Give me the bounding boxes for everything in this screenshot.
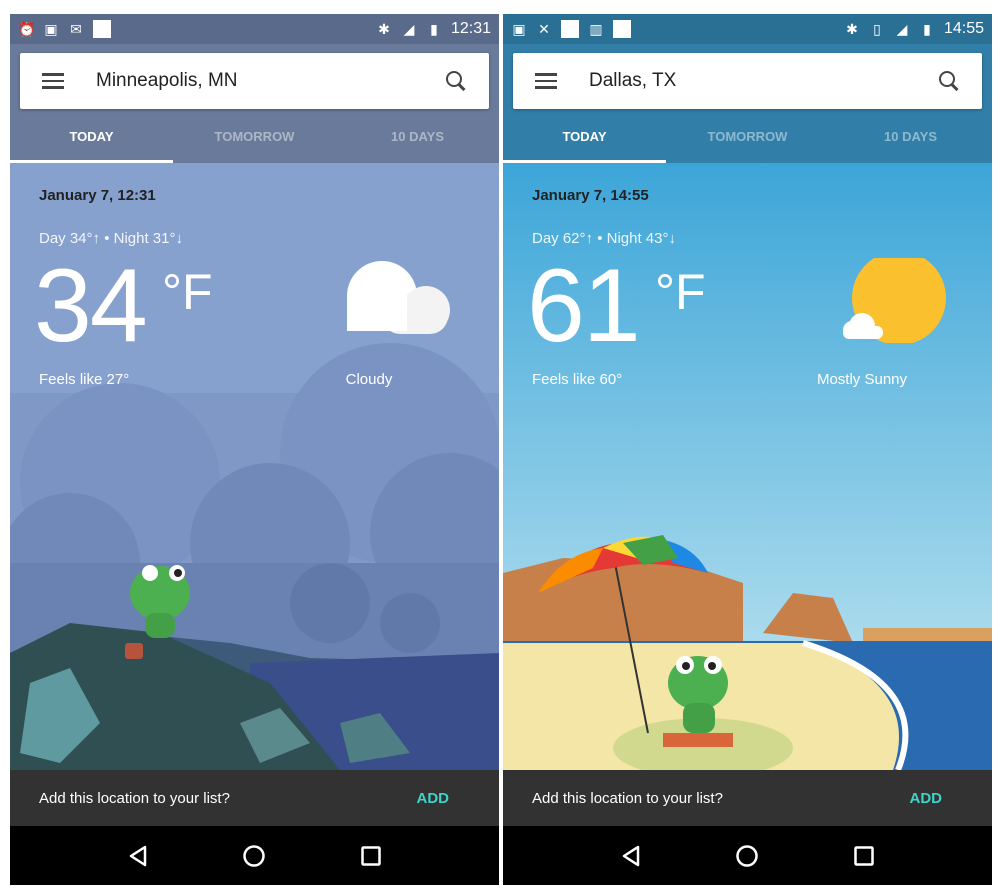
notification-square-icon: [93, 20, 111, 38]
weather-panel: January 7, 12:31 Day 34°↑ • Night 31°↓ 3…: [10, 163, 499, 770]
search-bar[interactable]: Dallas, TX: [513, 53, 982, 109]
feels-like: Feels like 60°: [532, 371, 623, 388]
phone-minneapolis: ⏰ ▣ ✉ ✱ ◢ ▮ 12:31 Minneapolis, MN TODAY TOMOR…: [10, 14, 499, 885]
chart-icon: ▥: [589, 21, 603, 37]
battery-icon: ▮: [923, 21, 931, 37]
cloud-icon: [347, 261, 450, 334]
recents-button[interactable]: [359, 844, 383, 868]
clock: 14:55: [943, 20, 984, 37]
notification-square-icon: [561, 20, 579, 38]
tab-10-days[interactable]: 10 DAYS: [336, 110, 499, 163]
current-temp: 61: [527, 248, 641, 364]
search-icon[interactable]: [938, 70, 960, 92]
tab-today[interactable]: TODAY: [503, 110, 666, 163]
current-temp: 34: [34, 248, 148, 364]
tab-tomorrow[interactable]: TOMORROW: [666, 110, 829, 163]
inbox-icon: ✉: [70, 21, 82, 37]
sun-with-cloud-icon: [843, 251, 946, 345]
back-button[interactable]: [126, 844, 150, 868]
system-icons: ✱ ▯ ◢ ▮: [844, 21, 935, 37]
tab-bar: TODAY TOMORROW 10 DAYS: [503, 110, 992, 163]
menu-icon[interactable]: [42, 73, 64, 89]
vibrate-icon: ▯: [873, 21, 881, 37]
alarm-icon: ⏰: [18, 21, 36, 37]
navigation-bar: [10, 826, 499, 885]
tab-today[interactable]: TODAY: [10, 110, 173, 163]
location-input[interactable]: Minneapolis, MN: [96, 70, 445, 92]
snackbar-message: Add this location to your list?: [39, 789, 230, 807]
system-icons: ✱ ◢ ▮: [376, 21, 442, 37]
notification-icons: ⏰ ▣ ✉: [18, 20, 111, 38]
tab-bar: TODAY TOMORROW 10 DAYS: [10, 110, 499, 163]
back-button[interactable]: [619, 844, 643, 868]
add-button[interactable]: ADD: [910, 790, 943, 807]
snackbar: Add this location to your list? ADD: [10, 770, 499, 826]
navigation-bar: [503, 826, 992, 885]
notification-square-icon: [613, 20, 631, 38]
snackbar-message: Add this location to your list?: [532, 789, 723, 807]
tab-10-days[interactable]: 10 DAYS: [829, 110, 992, 163]
temp-unit[interactable]: °F: [655, 263, 706, 321]
condition: Cloudy: [345, 371, 393, 388]
location-input[interactable]: Dallas, TX: [589, 70, 938, 92]
day-night-temps: Day 34°↑ • Night 31°↓: [39, 230, 183, 247]
image-icon: ▣: [512, 21, 526, 37]
add-button[interactable]: ADD: [417, 790, 450, 807]
date-time: January 7, 14:55: [532, 187, 649, 204]
bluetooth-icon: ✱: [378, 21, 390, 37]
lte-signal-icon: ◢: [896, 21, 908, 37]
image-icon: ▣: [44, 21, 58, 37]
bluetooth-icon: ✱: [846, 21, 858, 37]
snackbar: Add this location to your list? ADD: [503, 770, 992, 826]
status-bar: ⏰ ▣ ✉ ✱ ◢ ▮ 12:31: [10, 14, 499, 44]
missed-call-icon: ✕: [538, 21, 550, 37]
battery-icon: ▮: [430, 21, 438, 37]
home-button[interactable]: [735, 844, 759, 868]
clock: 12:31: [450, 20, 491, 37]
recents-button[interactable]: [852, 844, 876, 868]
status-bar: ▣ ✕ ▥ ✱ ▯ ◢ ▮ 14:55: [503, 14, 992, 44]
date-time: January 7, 12:31: [39, 187, 156, 204]
lte-signal-icon: ◢: [403, 21, 415, 37]
app-header: Minneapolis, MN TODAY TOMORROW 10 DAYS: [10, 44, 499, 177]
temp-unit[interactable]: °F: [162, 263, 213, 321]
search-bar[interactable]: Minneapolis, MN: [20, 53, 489, 109]
phone-dallas: ▣ ✕ ▥ ✱ ▯ ◢ ▮ 14:55 Dallas, TX TODAY TOMORROW …: [503, 14, 992, 885]
notification-icons: ▣ ✕ ▥: [511, 20, 631, 38]
feels-like: Feels like 27°: [39, 371, 130, 388]
menu-icon[interactable]: [535, 73, 557, 89]
home-button[interactable]: [242, 844, 266, 868]
day-night-temps: Day 62°↑ • Night 43°↓: [532, 230, 676, 247]
tab-tomorrow[interactable]: TOMORROW: [173, 110, 336, 163]
app-header: Dallas, TX TODAY TOMORROW 10 DAYS: [503, 44, 992, 177]
condition: Mostly Sunny: [816, 371, 908, 388]
weather-panel: January 7, 14:55 Day 62°↑ • Night 43°↓ 6…: [503, 163, 992, 770]
search-icon[interactable]: [445, 70, 467, 92]
